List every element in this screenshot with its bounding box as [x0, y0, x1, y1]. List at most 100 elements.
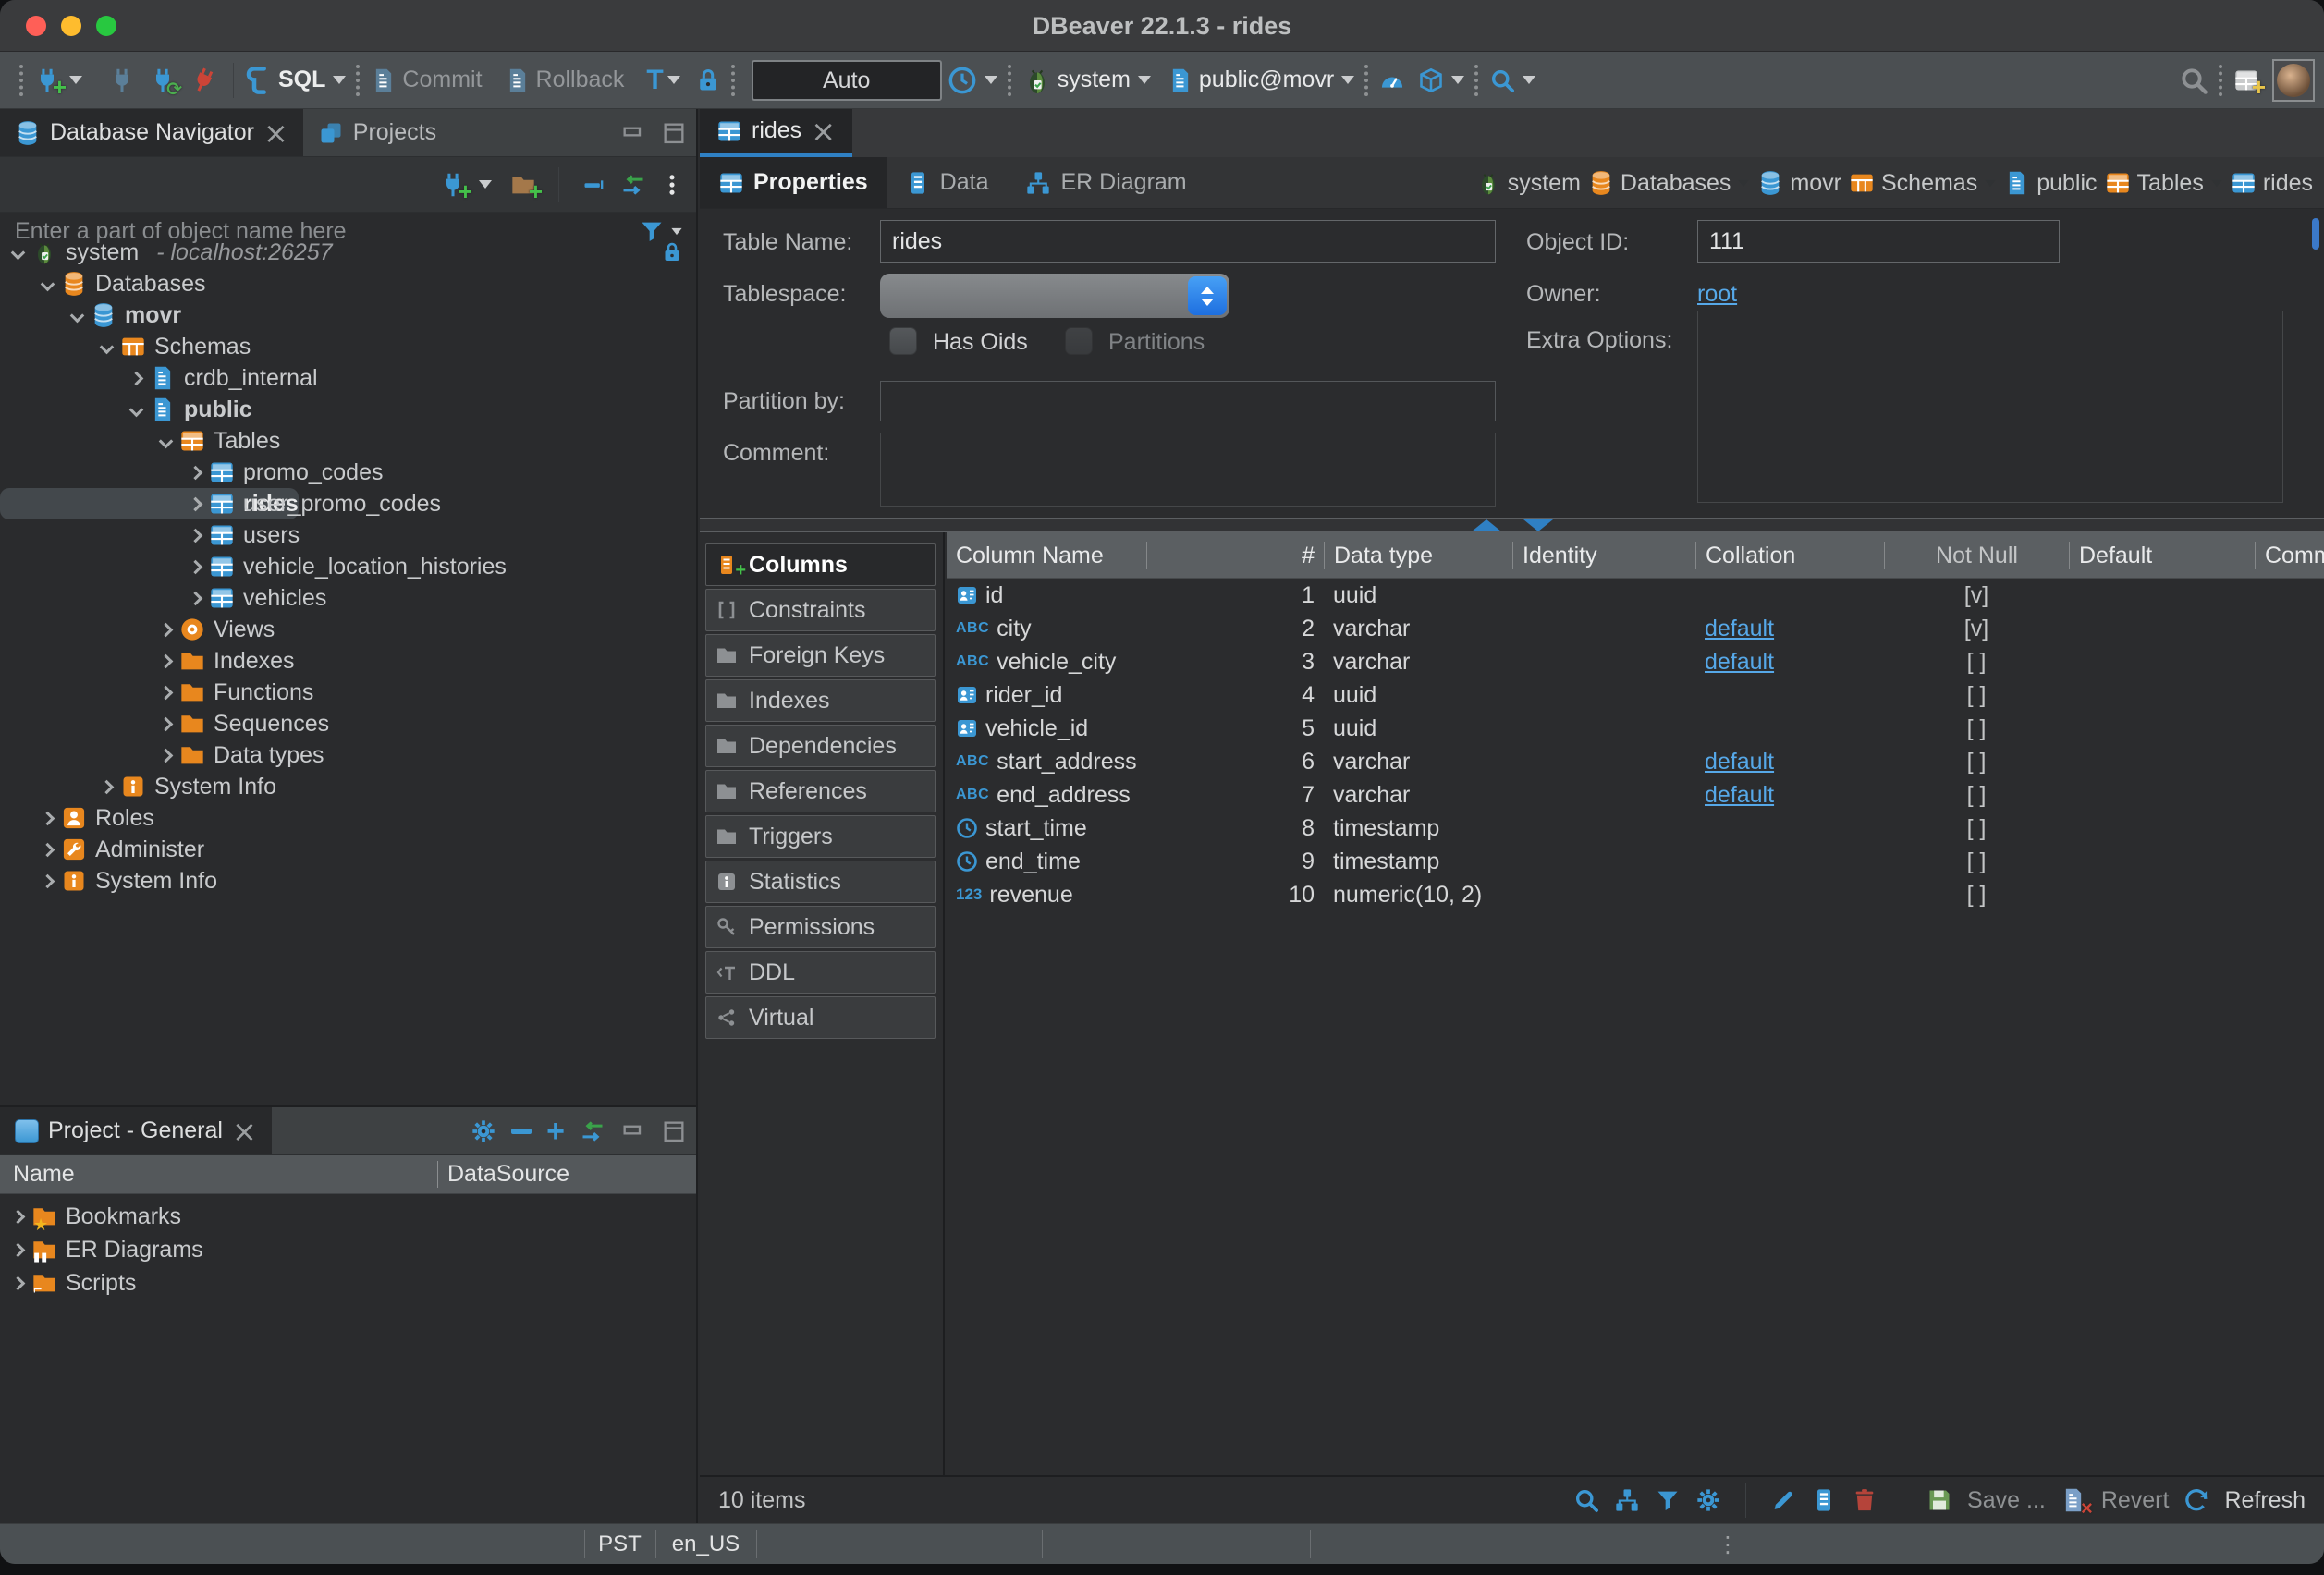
filter-dropdown[interactable]: [671, 227, 681, 234]
gear-icon[interactable]: [471, 1118, 496, 1144]
connect-icon[interactable]: [109, 67, 135, 93]
new-connection-dropdown[interactable]: [69, 76, 82, 84]
refresh-button[interactable]: Refresh: [2224, 1487, 2306, 1514]
tree-item-users[interactable]: users: [0, 519, 696, 551]
tree-item-tables[interactable]: Tables: [0, 425, 696, 457]
sql-dropdown[interactable]: [333, 76, 346, 84]
new-connection-button[interactable]: +: [34, 67, 60, 93]
partition-by-input[interactable]: [880, 381, 1496, 421]
tree-item-views[interactable]: Views: [0, 614, 696, 645]
breadcrumb-databases[interactable]: Databases: [1588, 170, 1751, 197]
header-identity[interactable]: Identity: [1512, 542, 1695, 569]
column-row-end-time[interactable]: end_time 9timestamp [ ]: [947, 845, 2324, 878]
breadcrumb-public[interactable]: public: [2004, 170, 2097, 197]
breadcrumb-movr[interactable]: movr: [1757, 170, 1841, 197]
breadcrumb-schemas[interactable]: Schemas: [1849, 170, 1997, 197]
tree-item-administer[interactable]: Administer: [0, 834, 696, 865]
project-item-er-diagrams[interactable]: ▮▮ ER Diagrams: [0, 1233, 696, 1266]
tab-project-general[interactable]: Project - General ×: [0, 1107, 272, 1154]
side-tab-constraints[interactable]: Constraints: [705, 589, 936, 631]
header-ordinal[interactable]: #: [1146, 542, 1324, 569]
column-row-start-time[interactable]: start_time 8timestamp [ ]: [947, 812, 2324, 845]
reconnect-button[interactable]: ⟳: [150, 67, 176, 93]
maximize-panel-icon[interactable]: [661, 120, 687, 146]
tree-item-public[interactable]: public: [0, 394, 696, 425]
column-header-name[interactable]: Name: [0, 1161, 437, 1188]
breadcrumb-rides[interactable]: rides: [2231, 170, 2313, 197]
tab-properties[interactable]: Properties: [700, 157, 887, 208]
tab-database-navigator[interactable]: Database Navigator ×: [0, 109, 303, 156]
side-tab-columns[interactable]: + Columns: [705, 543, 936, 586]
connection-dropdown[interactable]: [1138, 76, 1151, 84]
has-oids-checkbox[interactable]: [889, 327, 917, 355]
tree-item-databases[interactable]: Databases: [0, 268, 696, 299]
save-button[interactable]: Save ...: [1967, 1487, 2046, 1514]
connection-selector[interactable]: system: [1058, 67, 1131, 93]
tree-item-system[interactable]: system- localhost:26257: [0, 237, 696, 268]
tree-item-roles[interactable]: Roles: [0, 802, 696, 834]
extra-options-box[interactable]: [1697, 311, 2283, 503]
header-collation[interactable]: Collation: [1695, 542, 1884, 569]
project-item-scripts[interactable]: ⌐ Scripts: [0, 1266, 696, 1300]
side-tab-indexes[interactable]: Indexes: [705, 679, 936, 722]
header-column-name[interactable]: Column Name: [947, 542, 1146, 569]
sql-editor-icon[interactable]: [243, 66, 273, 95]
add-column-icon[interactable]: [1811, 1487, 1837, 1513]
lock-icon[interactable]: [695, 67, 721, 93]
side-tab-ddl[interactable]: DDL: [705, 951, 936, 994]
side-tab-foreign-keys[interactable]: Foreign Keys: [705, 634, 936, 677]
search-tool-icon[interactable]: [1489, 67, 1515, 93]
transaction-dropdown[interactable]: [667, 76, 680, 84]
search-dropdown[interactable]: [1523, 76, 1535, 84]
delete-trash-icon[interactable]: [1852, 1487, 1878, 1513]
tree-item-vehicles[interactable]: vehicles: [0, 582, 696, 614]
column-row-city[interactable]: ABCcity 2varchar default [v]: [947, 612, 2324, 645]
column-row-rider-id[interactable]: rider_id 4uuid [ ]: [947, 678, 2324, 712]
database-dropdown[interactable]: [1341, 76, 1354, 84]
project-item-bookmarks[interactable]: ★ Bookmarks: [0, 1200, 696, 1233]
database-selector[interactable]: public@movr: [1199, 67, 1334, 93]
collapse-all-icon[interactable]: [511, 1129, 532, 1134]
close-icon[interactable]: ×: [811, 116, 836, 146]
tablespace-select[interactable]: [880, 274, 1229, 318]
timezone-indicator[interactable]: PST: [584, 1524, 655, 1564]
side-tab-statistics[interactable]: Statistics: [705, 861, 936, 903]
minimize-panel-icon[interactable]: [620, 1118, 646, 1144]
search-grid-icon[interactable]: [1573, 1487, 1599, 1513]
new-window-button[interactable]: +: [2233, 67, 2259, 93]
header-data-type[interactable]: Data type: [1324, 542, 1512, 569]
breadcrumb-tables[interactable]: Tables: [2105, 170, 2223, 197]
filter-icon[interactable]: [1655, 1487, 1681, 1513]
table-name-input[interactable]: [880, 220, 1496, 262]
header-not-null[interactable]: Not Null: [1884, 542, 2069, 569]
gear-icon[interactable]: [1695, 1487, 1721, 1513]
column-row-end-address[interactable]: ABCend_address 7varchar default [ ]: [947, 778, 2324, 812]
tree-item-data-types[interactable]: Data types: [0, 739, 696, 771]
column-row-start-address[interactable]: ABCstart_address 6varchar default [ ]: [947, 745, 2324, 778]
collapse-all-icon[interactable]: [581, 172, 607, 198]
edit-pencil-icon[interactable]: [1770, 1487, 1796, 1513]
commit-button[interactable]: Commit: [402, 67, 482, 93]
tree-item-user-promo-codes[interactable]: user_promo_codes: [0, 488, 696, 519]
dashboard-icon[interactable]: [1379, 67, 1405, 93]
new-connection-small-button[interactable]: +: [440, 172, 466, 198]
owner-link[interactable]: root: [1697, 281, 1737, 308]
column-row-vehicle-id[interactable]: vehicle_id 5uuid [ ]: [947, 712, 2324, 745]
header-default[interactable]: Default: [2069, 542, 2255, 569]
new-folder-button[interactable]: +: [510, 172, 536, 198]
transaction-mode-icon[interactable]: T: [646, 65, 663, 96]
tree-item-functions[interactable]: Functions: [0, 677, 696, 708]
close-icon[interactable]: ×: [263, 118, 288, 148]
view-menu-icon[interactable]: [659, 172, 685, 198]
link-with-editor-icon[interactable]: [620, 172, 646, 198]
close-icon[interactable]: ×: [232, 1117, 257, 1146]
tree-item-vehicle-location-histories[interactable]: vehicle_location_histories: [0, 551, 696, 582]
side-tab-triggers[interactable]: Triggers: [705, 815, 936, 858]
data-transfer-icon[interactable]: [1418, 67, 1444, 93]
revert-button[interactable]: Revert: [2101, 1487, 2170, 1514]
editor-tab-rides[interactable]: rides ×: [700, 109, 852, 157]
breadcrumb-system[interactable]: system: [1475, 170, 1581, 197]
tree-item-crdb-internal[interactable]: crdb_internal: [0, 362, 696, 394]
disconnect-button[interactable]: [186, 63, 220, 97]
transfer-dropdown[interactable]: [1451, 76, 1464, 84]
